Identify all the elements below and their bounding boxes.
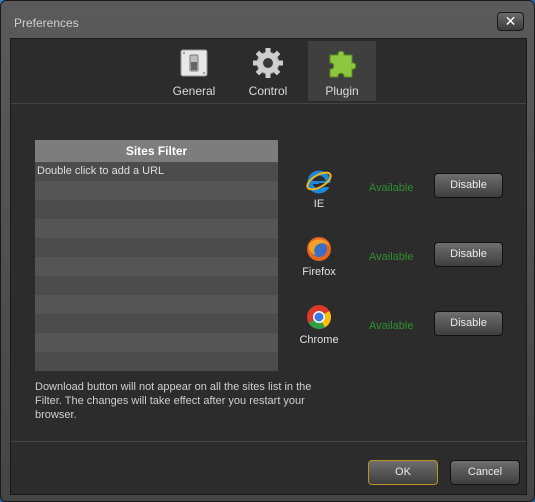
preferences-window: Preferences ✕ General Control Plugin Sit…: [0, 0, 535, 502]
filter-row[interactable]: Double click to add a URL: [35, 162, 278, 181]
tab-general[interactable]: General: [160, 41, 228, 101]
chrome-disable-button[interactable]: Disable: [434, 311, 503, 336]
sites-filter-header: Sites Filter: [35, 140, 278, 162]
filter-row[interactable]: [35, 219, 278, 238]
close-button[interactable]: ✕: [497, 12, 524, 31]
browser-chrome-label: Chrome: [299, 334, 339, 346]
cancel-button[interactable]: Cancel: [450, 460, 520, 485]
sites-filter-rows: Double click to add a URL: [35, 162, 278, 371]
tab-plugin[interactable]: Plugin: [308, 41, 376, 101]
tab-general-label: General: [172, 84, 216, 98]
filter-row[interactable]: [35, 352, 278, 371]
firefox-icon: [307, 237, 331, 261]
ok-button[interactable]: OK: [368, 460, 438, 485]
chrome-status: Available: [369, 320, 414, 332]
filter-row[interactable]: [35, 181, 278, 200]
ie-status: Available: [369, 182, 414, 194]
browser-chrome: Chrome: [297, 303, 341, 346]
browser-ie-label: IE: [313, 198, 325, 210]
filter-row[interactable]: [35, 295, 278, 314]
firefox-status: Available: [369, 251, 414, 263]
browser-ie: IE: [297, 167, 341, 210]
gear-icon: [253, 48, 283, 78]
sites-filter-list[interactable]: Sites Filter Double click to add a URL: [35, 140, 278, 371]
tab-control[interactable]: Control: [234, 41, 302, 101]
filter-row[interactable]: [35, 257, 278, 276]
puzzle-icon: [329, 50, 357, 78]
filter-row[interactable]: [35, 276, 278, 295]
chrome-icon: [307, 305, 331, 330]
browser-firefox-label: Firefox: [302, 266, 336, 278]
dialog-body: General Control Plugin Sites Filter Doub…: [10, 38, 527, 495]
browser-firefox: Firefox: [297, 235, 341, 278]
switch-icon: [180, 49, 208, 77]
tab-control-label: Control: [248, 84, 288, 98]
filter-row[interactable]: [35, 314, 278, 333]
firefox-disable-button[interactable]: Disable: [434, 242, 503, 267]
dialog-footer: OK Cancel: [11, 441, 526, 494]
filter-row[interactable]: [35, 333, 278, 352]
title-bar[interactable]: Preferences ✕: [1, 1, 534, 37]
window-title: Preferences: [14, 16, 79, 30]
ie-icon: [306, 170, 332, 194]
filter-note: Download button will not appear on all t…: [35, 381, 312, 421]
tab-plugin-label: Plugin: [325, 84, 359, 98]
filter-row[interactable]: [35, 200, 278, 219]
filter-row[interactable]: [35, 238, 278, 257]
ie-disable-button[interactable]: Disable: [434, 173, 503, 198]
tab-bar: General Control Plugin: [11, 39, 526, 104]
